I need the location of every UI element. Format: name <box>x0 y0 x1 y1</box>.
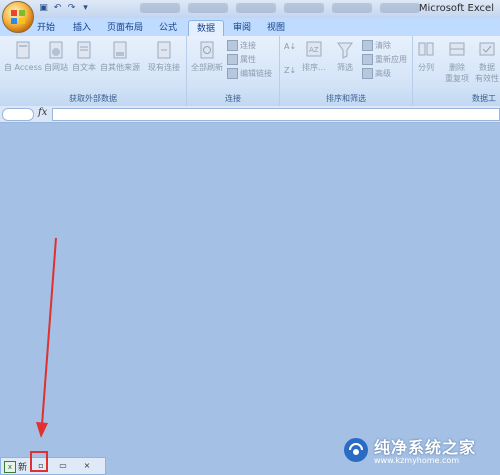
minimized-workbook[interactable]: x 新 ▫ ▭ × <box>0 457 106 475</box>
excel-document-icon: x <box>4 461 16 473</box>
close-icon[interactable]: × <box>81 460 93 472</box>
office-logo-icon <box>11 10 25 24</box>
watermark-logo-icon <box>344 438 368 462</box>
office-button[interactable] <box>2 1 34 33</box>
highlight-restore-box <box>30 451 48 472</box>
watermark: 纯净系统之家 www.kzmyhome.com <box>342 432 492 472</box>
annotation-arrow <box>36 237 57 438</box>
watermark-text: 纯净系统之家 <box>374 438 477 457</box>
watermark-url: www.kzmyhome.com <box>374 456 460 465</box>
maximize-icon[interactable]: ▭ <box>57 460 69 472</box>
workbook-name: 新 <box>18 463 28 473</box>
